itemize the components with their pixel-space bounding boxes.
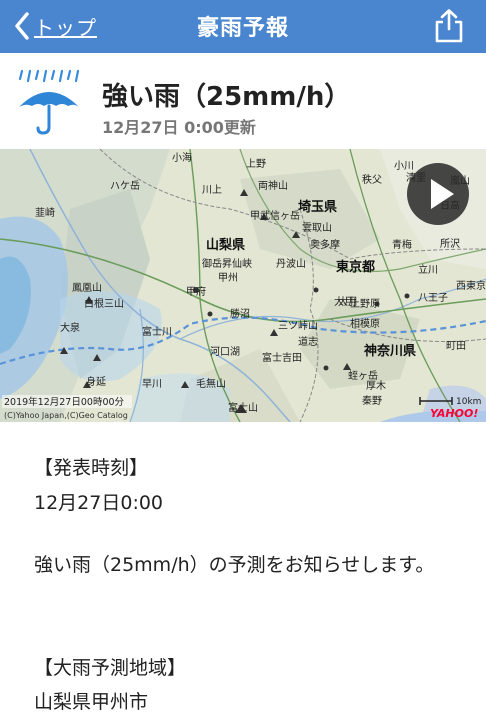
svg-text:立川: 立川 [418, 263, 438, 276]
svg-text:白根三山: 白根三山 [84, 297, 124, 310]
svg-text:富士吉田: 富士吉田 [262, 351, 302, 364]
map-timestamp: 2019年12月27日00時00分 [4, 396, 125, 408]
svg-text:勝沼: 勝沼 [230, 307, 250, 320]
updated-time: 12月27日 0:00更新 [102, 118, 256, 137]
rain-map[interactable]: 小海 上野 両神山 秩父 小川 ハケ岳 川上 甲武信ヶ岳 雲取山 奥多摩 青梅 韮崎 御岳昇… [0, 149, 486, 422]
share-button[interactable] [432, 8, 466, 44]
nav-bar: トップ 豪雨予報 [0, 0, 486, 53]
svg-text:甲武信ヶ岳: 甲武信ヶ岳 [250, 209, 300, 222]
svg-text:秦野: 秦野 [362, 394, 382, 407]
svg-text:雲取山: 雲取山 [302, 222, 332, 234]
svg-text:東京都: 東京都 [336, 259, 375, 275]
play-icon [431, 179, 454, 209]
svg-text:所沢: 所沢 [440, 237, 460, 250]
svg-text:西東京: 西東京 [456, 279, 486, 292]
issued-label: 【発表時刻】 [34, 457, 149, 479]
svg-text:八王子: 八王子 [418, 292, 448, 304]
forecast-message: 強い雨（25mm/h）の予測をお知らせします。 [34, 554, 435, 576]
svg-text:鳳凰山: 鳳凰山 [72, 282, 102, 294]
svg-text:町田: 町田 [446, 341, 466, 352]
svg-text:御岳昇仙峡: 御岳昇仙峡 [202, 257, 252, 270]
svg-text:両神山: 両神山 [258, 179, 288, 192]
area-value: 山梨県甲州市 [34, 691, 149, 713]
rain-umbrella-icon [18, 69, 80, 135]
share-icon [435, 9, 463, 43]
svg-text:山梨県: 山梨県 [206, 237, 245, 253]
forecast-details: 【発表時刻】 12月27日0:00 強い雨（25mm/h）の予測をお知らせします… [0, 422, 486, 728]
svg-text:甲府: 甲府 [186, 285, 206, 298]
svg-text:相模原: 相模原 [350, 317, 380, 330]
svg-text:毛無山: 毛無山 [196, 377, 226, 390]
area-label: 【大雨予測地域】 [34, 657, 187, 679]
svg-text:青梅: 青梅 [392, 238, 412, 251]
issued-value: 12月27日0:00 [34, 492, 164, 514]
svg-text:埼玉県: 埼玉県 [298, 199, 337, 215]
alert-header: 強い雨（25mm/h） 12月27日 0:00更新 [0, 53, 486, 149]
play-button[interactable] [407, 163, 469, 225]
svg-text:川上: 川上 [202, 184, 222, 196]
svg-text:小海: 小海 [172, 151, 192, 164]
svg-text:三ツ峠山: 三ツ峠山 [278, 320, 318, 332]
svg-text:ハケ岳: ハケ岳 [110, 180, 140, 192]
svg-text:韮崎: 韮崎 [35, 206, 55, 219]
yahoo-logo: YAHOO! [430, 407, 478, 420]
svg-text:富士山: 富士山 [228, 401, 258, 414]
svg-text:大泉: 大泉 [60, 321, 80, 334]
svg-text:上野: 上野 [246, 158, 266, 170]
map-scale: 10km [456, 397, 481, 407]
svg-text:富士川: 富士川 [142, 325, 172, 338]
svg-text:神奈川県: 神奈川県 [364, 343, 416, 359]
svg-text:丹波山: 丹波山 [276, 257, 306, 270]
svg-text:秩父: 秩父 [362, 174, 382, 186]
map-copyright: (C)Yahoo Japan,(C)Geo Catalog [4, 411, 128, 420]
alert-title: 強い雨（25mm/h） [102, 82, 351, 112]
svg-text:河口湖: 河口湖 [210, 346, 240, 358]
svg-text:厚木: 厚木 [366, 380, 386, 392]
svg-text:上野原: 上野原 [350, 298, 380, 310]
page-title: 豪雨予報 [196, 16, 289, 41]
svg-text:道志: 道志 [298, 335, 318, 348]
svg-text:奥多摩: 奥多摩 [310, 238, 340, 251]
svg-text:甲州: 甲州 [218, 272, 238, 284]
svg-text:早川: 早川 [142, 378, 162, 390]
svg-text:身延: 身延 [86, 375, 106, 388]
